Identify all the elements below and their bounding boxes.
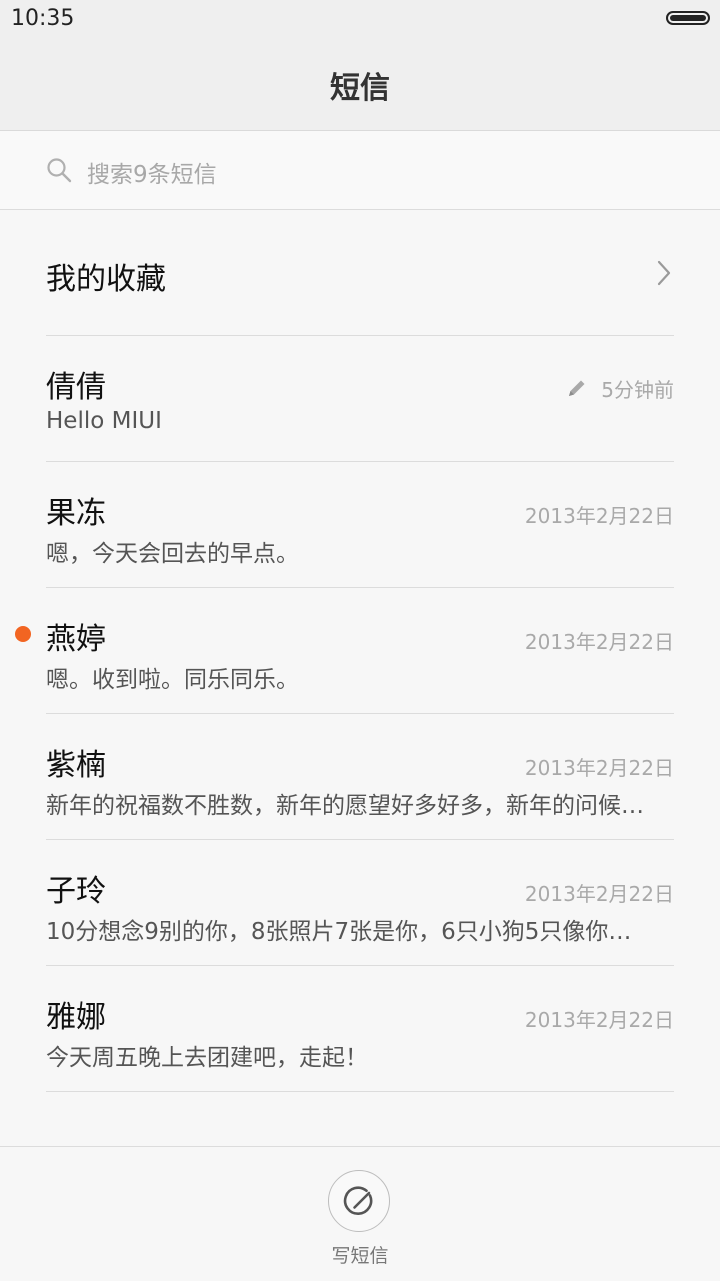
message-preview: 嗯，今天会回去的早点。 [46, 541, 299, 567]
page-title: 短信 [330, 71, 390, 106]
conversation-item[interactable]: 子玲 2013年2月22日 10分想念9别的你，8张照片7张是你，6只小狗5只像… [46, 840, 674, 966]
message-preview: 今天周五晚上去团建吧，走起！ [46, 1045, 368, 1071]
battery-icon [666, 11, 710, 25]
status-bar: 10:35 [0, 0, 720, 40]
message-preview: Hello MIUI [46, 408, 162, 434]
bottom-toolbar: 写短信 [0, 1146, 720, 1281]
conversation-item[interactable]: 燕婷 2013年2月22日 嗯。收到啦。同乐同乐。 [46, 588, 674, 714]
contact-name: 雅娜 [46, 1000, 106, 1035]
conversation-item[interactable]: 雅娜 2013年2月22日 今天周五晚上去团建吧，走起！ [46, 966, 674, 1092]
compose-label: 写短信 [331, 1245, 389, 1267]
message-date: 2013年2月22日 [524, 1008, 674, 1032]
search-icon [47, 158, 72, 183]
contact-name: 倩倩 [46, 370, 106, 405]
compose-icon [343, 1186, 373, 1216]
conversation-item[interactable]: 紫楠 2013年2月22日 新年的祝福数不胜数，新年的愿望好多好多，新年的问候… [46, 714, 674, 840]
message-date: 2013年2月22日 [524, 882, 674, 906]
compose-button[interactable] [328, 1170, 390, 1232]
contact-name: 紫楠 [46, 748, 106, 783]
search-placeholder: 搜索9条短信 [87, 162, 217, 188]
search-input[interactable]: 搜索9条短信 [0, 131, 720, 210]
status-time: 10:35 [11, 6, 75, 31]
message-date: 2013年2月22日 [524, 504, 674, 528]
unread-indicator [15, 626, 31, 642]
message-date: 5分钟前 [601, 378, 674, 402]
contact-name: 燕婷 [46, 622, 106, 657]
conversation-item[interactable]: 果冻 2013年2月22日 嗯，今天会回去的早点。 [46, 462, 674, 588]
favorites-row[interactable]: 我的收藏 [46, 210, 674, 336]
message-preview: 嗯。收到啦。同乐同乐。 [46, 667, 299, 693]
message-date: 2013年2月22日 [524, 630, 674, 654]
favorites-label: 我的收藏 [46, 262, 166, 297]
message-preview: 新年的祝福数不胜数，新年的愿望好多好多，新年的问候… [46, 793, 644, 819]
title-bar: 短信 [0, 40, 720, 131]
pencil-icon [569, 380, 585, 396]
message-date: 2013年2月22日 [524, 756, 674, 780]
contact-name: 子玲 [46, 874, 106, 909]
chevron-right-icon [657, 260, 671, 286]
message-preview: 10分想念9别的你，8张照片7张是你，6只小狗5只像你… [46, 919, 632, 945]
conversation-item[interactable]: 倩倩 5分钟前 Hello MIUI [46, 336, 674, 462]
contact-name: 果冻 [46, 496, 106, 531]
